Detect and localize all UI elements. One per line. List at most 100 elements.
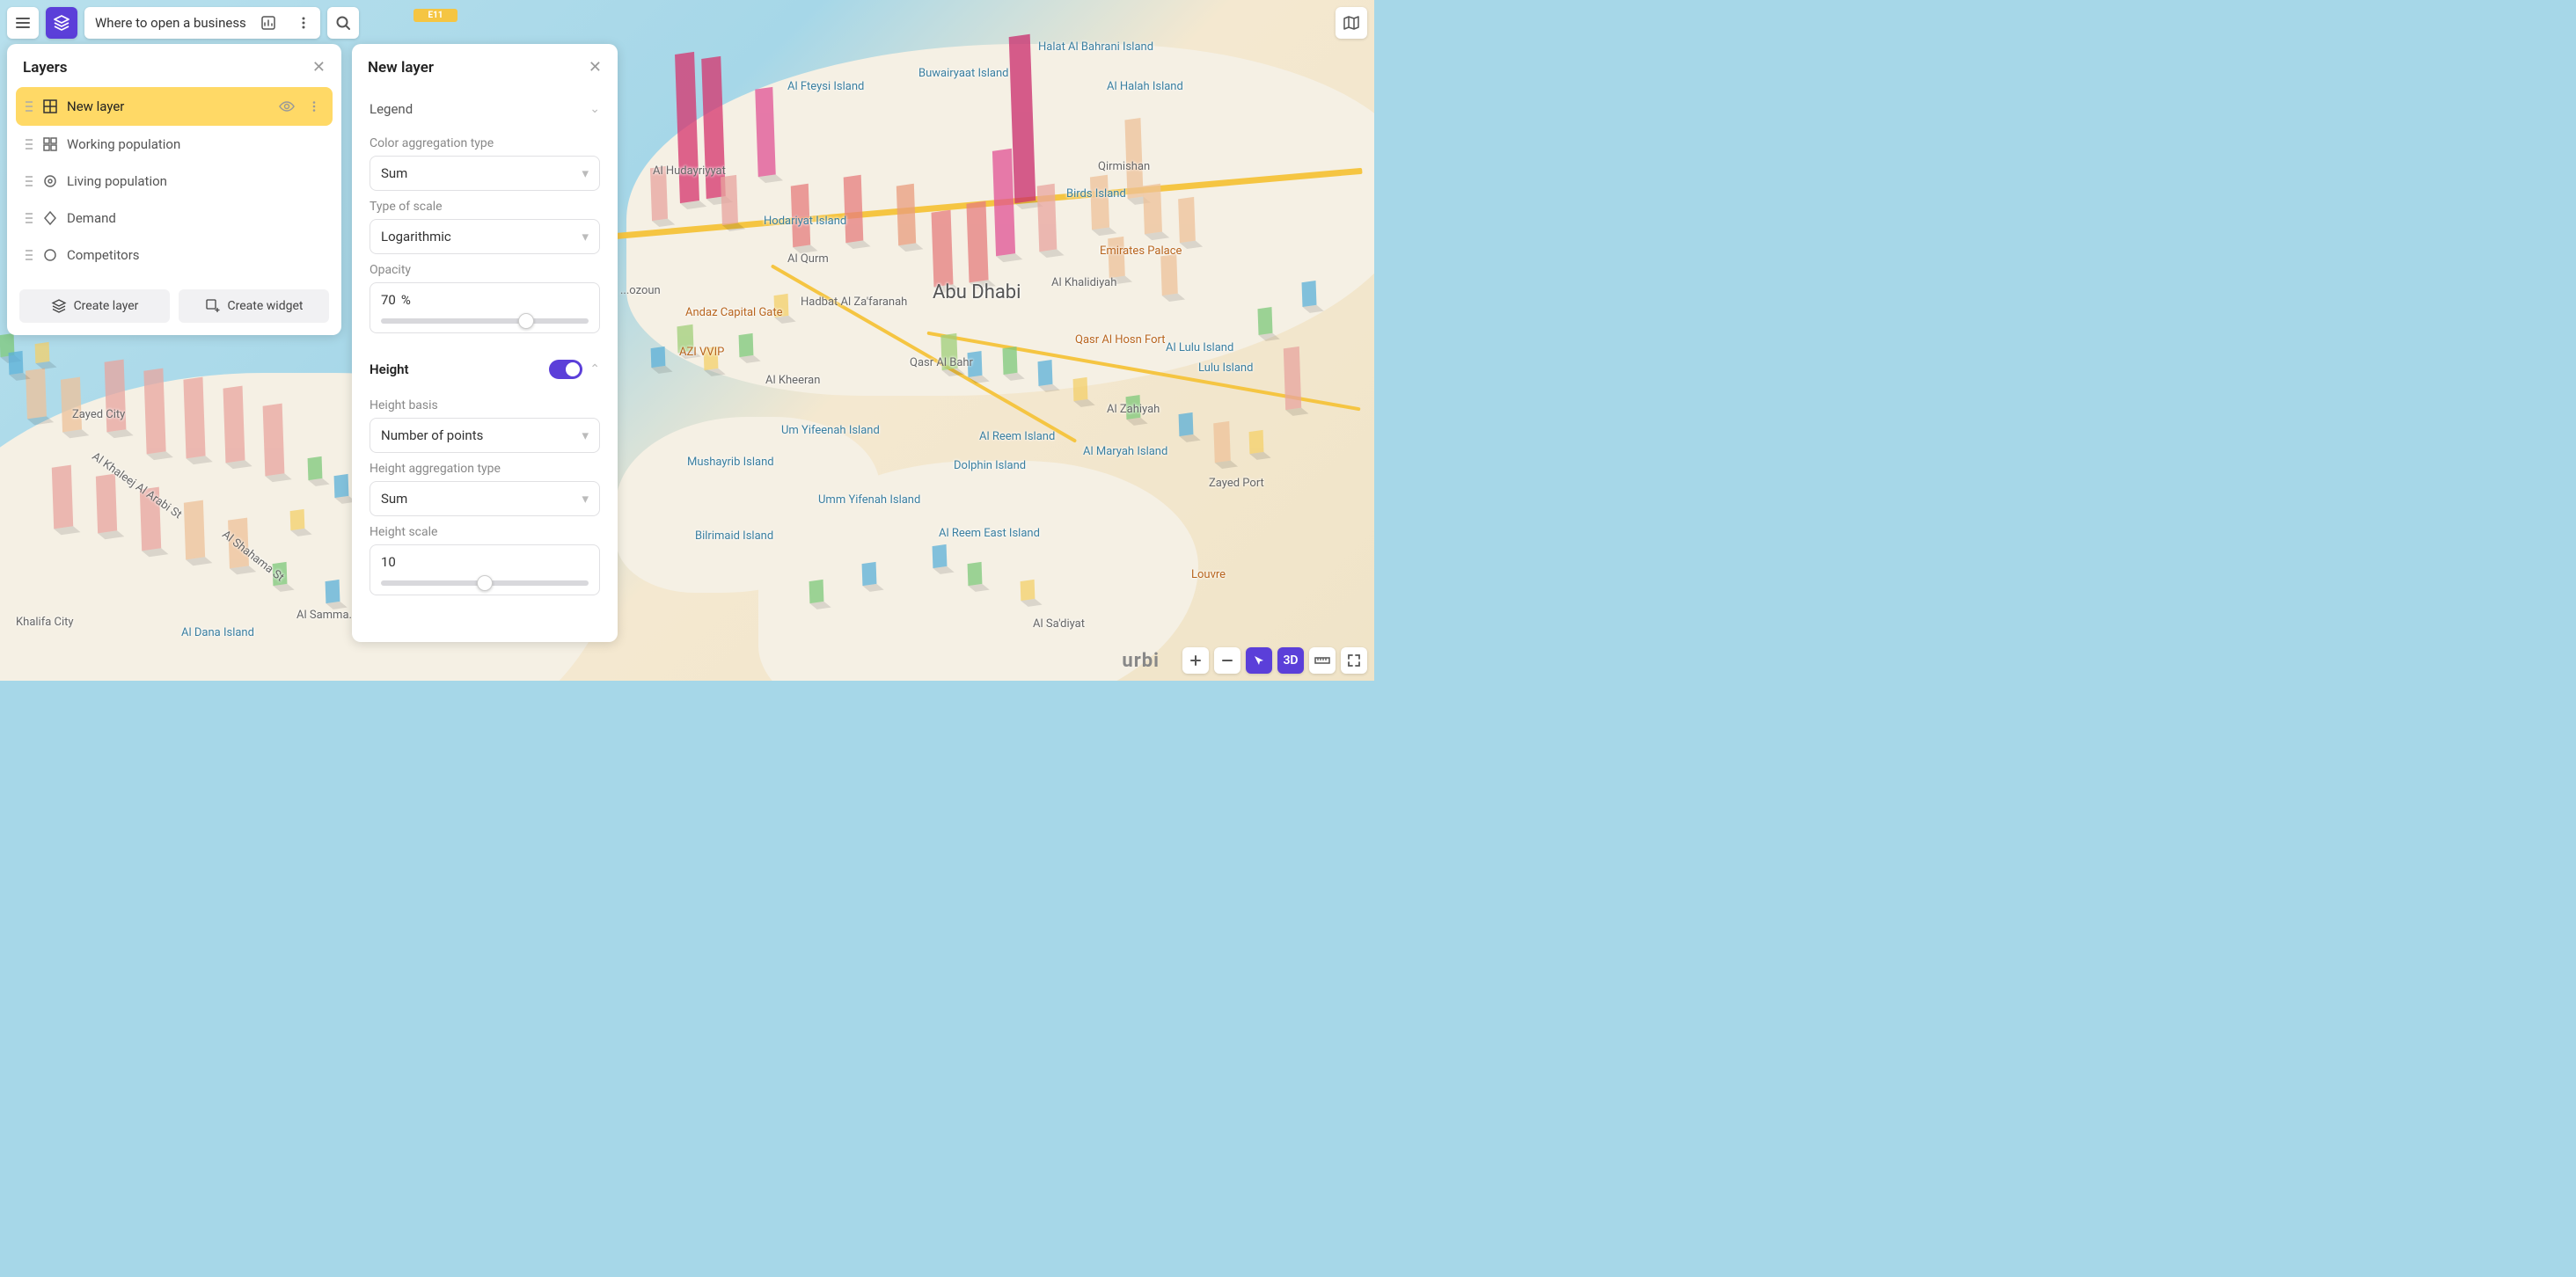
chevron-up-icon[interactable]: ⌃ — [589, 362, 600, 376]
slider-thumb[interactable] — [518, 313, 534, 329]
grid-icon — [42, 136, 58, 152]
scale-type-select[interactable]: Logarithmic ▾ — [370, 219, 600, 254]
minus-icon — [1221, 654, 1233, 667]
opacity-unit: % — [401, 292, 411, 308]
map-icon — [1343, 14, 1360, 32]
visibility-toggle[interactable] — [278, 98, 296, 115]
layers-panel-close[interactable]: ✕ — [312, 58, 326, 77]
chevron-down-icon: ⌄ — [589, 102, 600, 116]
height-scale-slider[interactable] — [381, 580, 589, 586]
label-al-reem: Al Reem Island — [979, 430, 1055, 443]
layers-stack-icon — [53, 14, 70, 32]
label-al-kheeran: Al Kheeran — [765, 374, 820, 387]
dashboard-button[interactable] — [255, 10, 282, 36]
chevron-down-icon: ▾ — [582, 427, 589, 443]
label-hodariyat: Hodariyat Island — [764, 215, 846, 228]
label-al-dana: Al Dana Island — [181, 626, 254, 639]
color-agg-label: Color aggregation type — [370, 136, 600, 150]
drag-handle-icon[interactable] — [25, 138, 33, 150]
height-scale-value[interactable]: 10 — [381, 554, 396, 570]
layer-name: Competitors — [67, 247, 324, 263]
project-title: Where to open a business — [95, 15, 246, 31]
label-qasr-bahr: Qasr Al Bahr — [910, 356, 973, 369]
chevron-down-icon: ▾ — [582, 165, 589, 181]
zoom-out-button[interactable] — [1214, 647, 1240, 674]
layer-more-button[interactable] — [304, 100, 324, 113]
brand-logo: urbi — [1122, 650, 1160, 672]
layers-toggle-button[interactable] — [46, 7, 77, 39]
top-right-controls — [1336, 7, 1367, 39]
scale-type-value: Logarithmic — [381, 229, 451, 244]
chart-icon — [261, 16, 275, 30]
legend-section-toggle[interactable]: Legend ⌄ — [370, 91, 600, 128]
fullscreen-icon — [1347, 653, 1361, 668]
layer-plus-icon — [51, 298, 67, 314]
drag-handle-icon[interactable] — [25, 249, 33, 261]
3d-toggle-button[interactable]: 3D — [1277, 647, 1304, 674]
label-andaz: Andaz Capital Gate — [685, 306, 783, 319]
opacity-label: Opacity — [370, 263, 600, 277]
target-icon — [42, 173, 58, 189]
opacity-slider[interactable] — [381, 318, 589, 324]
label-al-hudayriyyat: Al Hudayriyyat — [653, 164, 726, 178]
height-agg-value: Sum — [381, 491, 407, 507]
layer-item-demand[interactable]: Demand — [16, 200, 333, 237]
create-layer-label: Create layer — [74, 299, 139, 313]
layer-item-living-population[interactable]: Living population — [16, 163, 333, 200]
opacity-value[interactable]: 70 — [381, 292, 396, 308]
label-al-fteysi: Al Fteysi Island — [787, 80, 864, 93]
height-agg-label: Height aggregation type — [370, 462, 600, 476]
zoom-in-button[interactable] — [1182, 647, 1209, 674]
label-azi-vvip: AZI VVIP — [679, 346, 724, 359]
height-basis-select[interactable]: Number of points ▾ — [370, 418, 600, 453]
ruler-button[interactable] — [1309, 647, 1336, 674]
label-mushayrib: Mushayrib Island — [687, 456, 774, 469]
project-bar: Where to open a business — [84, 7, 320, 39]
layer-editor-panel: New layer ✕ Legend ⌄ Color aggregation t… — [352, 44, 618, 642]
label-buwairyaat: Buwairyaat Island — [918, 67, 1008, 80]
chevron-down-icon: ▾ — [582, 229, 589, 244]
search-button[interactable] — [327, 7, 359, 39]
layer-item-competitors[interactable]: Competitors — [16, 237, 333, 274]
layers-panel-title: Layers — [23, 59, 68, 77]
3d-label: 3D — [1283, 653, 1298, 668]
editor-panel-close[interactable]: ✕ — [589, 58, 602, 77]
drag-handle-icon[interactable] — [25, 175, 33, 187]
height-toggle[interactable] — [549, 360, 582, 379]
label-birds: Birds Island — [1066, 187, 1126, 201]
label-um-yifeenah: Um Yifeenah Island — [781, 424, 880, 437]
drag-handle-icon[interactable] — [25, 100, 33, 113]
height-agg-select[interactable]: Sum ▾ — [370, 481, 600, 516]
label-al-sadiyat: Al Sa'diyat — [1033, 617, 1085, 631]
height-basis-value: Number of points — [381, 427, 483, 443]
layer-item-working-population[interactable]: Working population — [16, 126, 333, 163]
color-agg-select[interactable]: Sum ▾ — [370, 156, 600, 191]
label-zayed-port: Zayed Port — [1209, 477, 1264, 490]
label-qasr-hosn: Qasr Al Hosn Fort — [1075, 333, 1165, 347]
create-layer-button[interactable]: Create layer — [19, 289, 170, 323]
map-style-button[interactable] — [1336, 7, 1367, 39]
label-lulu: Lulu Island — [1198, 361, 1253, 375]
map-controls: urbi 3D — [1122, 647, 1367, 674]
diamond-icon — [42, 210, 58, 226]
fullscreen-button[interactable] — [1341, 647, 1367, 674]
create-widget-button[interactable]: Create widget — [179, 289, 329, 323]
compass-button[interactable] — [1246, 647, 1272, 674]
label-bilrimaid: Bilrimaid Island — [695, 529, 773, 543]
menu-button[interactable] — [7, 7, 39, 39]
project-more-button[interactable] — [290, 10, 317, 36]
height-scale-input-box: 10 — [370, 544, 600, 595]
slider-thumb[interactable] — [477, 575, 493, 591]
label-dolphin: Dolphin Island — [954, 459, 1026, 472]
layer-name: Living population — [67, 173, 324, 189]
hexgrid-icon — [42, 99, 58, 114]
label-al-maryah: Al Maryah Island — [1083, 445, 1167, 458]
layer-item-new-layer[interactable]: New layer — [16, 87, 333, 126]
label-zayed-city: Zayed City — [72, 408, 125, 421]
label-al-qurm: Al Qurm — [787, 252, 829, 266]
label-hadbat: Hadbat Al Za'faranah — [801, 296, 907, 309]
color-agg-value: Sum — [381, 165, 407, 181]
drag-handle-icon[interactable] — [25, 212, 33, 224]
label-al-reem-east: Al Reem East Island — [939, 527, 1040, 540]
ruler-icon — [1314, 654, 1330, 667]
